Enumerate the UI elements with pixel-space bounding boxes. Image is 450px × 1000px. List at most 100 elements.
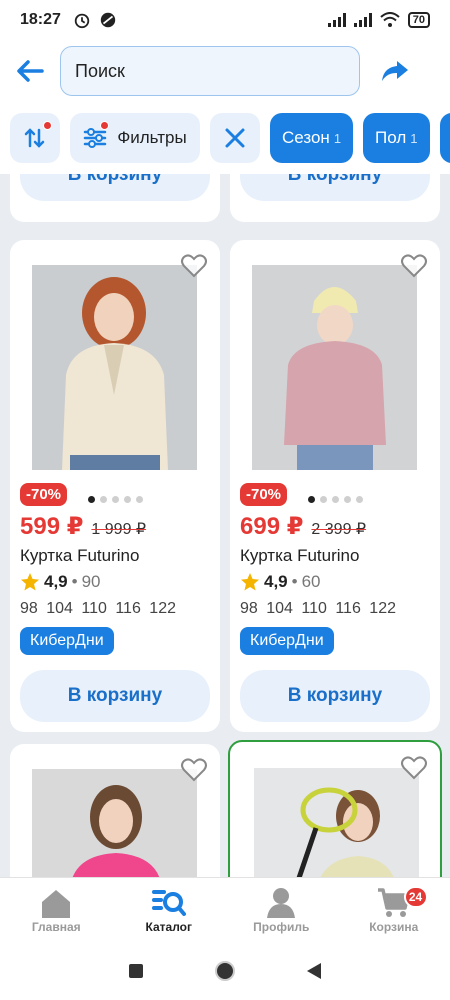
- product-image: [252, 265, 417, 470]
- share-icon: [382, 61, 408, 81]
- cart-button-label: В корзину: [67, 685, 163, 706]
- season-count: 1: [333, 130, 342, 146]
- close-icon: [225, 128, 245, 148]
- more-filter-chip[interactable]: [439, 113, 450, 163]
- price-row: 699 ₽ 2 399 ₽: [240, 512, 366, 541]
- star-icon: [21, 573, 39, 591]
- back-triangle-icon[interactable]: [306, 962, 322, 980]
- old-price: 2 399 ₽: [311, 521, 367, 538]
- filters-label: Фильтры: [117, 128, 187, 147]
- product-photo[interactable]: [32, 769, 197, 877]
- product-card[interactable]: -70% 599 ₽ 1 999 ₽ Куртка Futurino 4,9 •…: [10, 240, 220, 732]
- sizes: 98 104 110 116 122: [20, 600, 176, 617]
- recents-icon[interactable]: [128, 963, 144, 979]
- product-card[interactable]: -70% 699 ₽ 2 399 ₽ Куртка Futurino 4,9 •…: [230, 240, 440, 732]
- discount-badge: -70%: [240, 483, 288, 506]
- filters-button[interactable]: Фильтры: [70, 113, 200, 163]
- sliders-icon: [84, 128, 107, 148]
- rating: 4,9 • 60: [240, 572, 321, 592]
- sizes: 98 104 110 116 122: [240, 600, 396, 617]
- cart-button-label: В корзину: [287, 685, 383, 706]
- screen: 18:27 70 Поиск Фильтры Сезон 1 Пол 1 В к…: [0, 0, 450, 1000]
- heart-icon[interactable]: [180, 756, 208, 784]
- current-price: 699 ₽: [240, 513, 304, 540]
- heart-icon[interactable]: [180, 252, 208, 280]
- product-photo[interactable]: [254, 768, 419, 877]
- search-placeholder: Поиск: [75, 60, 125, 81]
- cart-button-label: В корзину: [287, 174, 383, 185]
- nav-cart-label: Корзина: [369, 920, 419, 934]
- rating-value: 4,9: [264, 572, 288, 591]
- reviews-count: 90: [81, 572, 101, 591]
- product-card[interactable]: [10, 744, 220, 877]
- nav-home[interactable]: Главная: [0, 878, 113, 942]
- cart-button-label: В корзину: [67, 174, 163, 185]
- nav-catalog[interactable]: Каталог: [113, 878, 226, 942]
- home-circle-icon[interactable]: [214, 960, 236, 982]
- discount-badge: -70%: [20, 483, 68, 506]
- wifi-icon: [380, 12, 400, 27]
- header: Поиск: [0, 40, 450, 102]
- product-grid: В корзину В корзину -70% 599 ₽ 1 999 ₽ К…: [0, 174, 450, 877]
- battery-level: 70: [407, 12, 430, 28]
- product-title: Куртка Futurino: [20, 546, 140, 565]
- heart-icon[interactable]: [400, 252, 428, 280]
- share-button[interactable]: [360, 41, 430, 101]
- product-image: [254, 768, 419, 877]
- product-title: Куртка Futurino: [240, 546, 360, 565]
- nav-profile-label: Профиль: [253, 920, 310, 934]
- sort-button[interactable]: [10, 113, 60, 163]
- rating-separator: •: [71, 572, 78, 591]
- back-button[interactable]: [0, 41, 60, 101]
- product-photo[interactable]: [32, 265, 197, 470]
- add-to-cart-button[interactable]: В корзину: [240, 670, 430, 722]
- star-icon: [241, 573, 259, 591]
- reviews-count: 60: [301, 572, 321, 591]
- add-to-cart-button[interactable]: В корзину: [240, 174, 430, 201]
- gender-count: 1: [410, 130, 418, 146]
- image-pager: [88, 496, 143, 503]
- system-nav-bar: [0, 941, 450, 1000]
- clear-filters-button[interactable]: [210, 113, 260, 163]
- product-card[interactable]: В корзину: [230, 174, 440, 222]
- image-pager: [308, 496, 363, 503]
- season-filter-chip[interactable]: Сезон 1: [270, 113, 354, 163]
- product-card-highlighted[interactable]: [228, 740, 442, 877]
- profile-icon: [267, 888, 296, 918]
- product-card[interactable]: В корзину: [10, 174, 220, 222]
- status-time: 18:27: [20, 11, 61, 28]
- alarm-icon: [74, 13, 90, 29]
- product-image: [32, 769, 197, 877]
- season-label: Сезон: [282, 128, 330, 147]
- add-to-cart-button[interactable]: В корзину: [20, 174, 210, 201]
- sort-active-dot: [43, 121, 52, 130]
- nav-profile[interactable]: Профиль: [225, 878, 338, 942]
- search-input[interactable]: Поиск: [60, 46, 360, 96]
- signal-icon: [327, 13, 346, 27]
- product-photo[interactable]: [252, 265, 417, 470]
- arrow-left-icon: [17, 60, 44, 82]
- nav-cart[interactable]: 24 Корзина: [338, 878, 450, 942]
- nav-home-label: Главная: [31, 920, 81, 934]
- rating-value: 4,9: [44, 572, 68, 591]
- filters-active-dot: [100, 121, 109, 130]
- signal-icon-2: [353, 13, 372, 27]
- rating: 4,9 • 90: [20, 572, 101, 592]
- bottom-nav: Главная Каталог Профиль 24 Корзина: [0, 877, 450, 941]
- product-image: [32, 265, 197, 470]
- price-row: 599 ₽ 1 999 ₽: [20, 512, 146, 541]
- home-icon: [42, 890, 71, 918]
- old-price: 1 999 ₽: [91, 521, 147, 538]
- gender-filter-chip[interactable]: Пол 1: [363, 113, 430, 163]
- gender-label: Пол: [375, 128, 407, 147]
- status-bar: 18:27 70: [0, 0, 450, 40]
- vpn-icon: [100, 12, 116, 28]
- add-to-cart-button[interactable]: В корзину: [20, 670, 210, 722]
- rating-separator: •: [291, 572, 298, 591]
- nav-catalog-label: Каталог: [145, 920, 193, 934]
- sort-icon: [24, 128, 45, 148]
- current-price: 599 ₽: [20, 513, 84, 540]
- heart-icon[interactable]: [400, 754, 428, 782]
- filter-bar: Фильтры Сезон 1 Пол 1: [0, 102, 450, 174]
- promo-badge: КиберДни: [240, 627, 334, 655]
